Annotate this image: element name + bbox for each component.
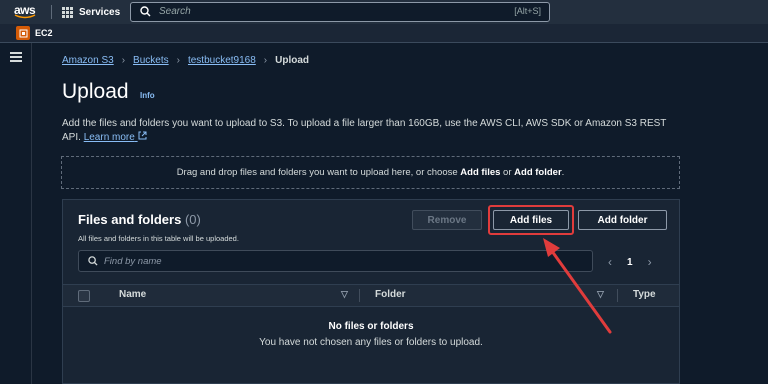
add-folder-button[interactable]: Add folder bbox=[578, 210, 667, 230]
empty-state-subtitle: You have not chosen any files or folders… bbox=[259, 337, 483, 348]
chevron-right-icon: › bbox=[176, 55, 180, 66]
search-placeholder: Search bbox=[159, 6, 191, 17]
menu-icon[interactable] bbox=[10, 52, 22, 62]
column-header-folder[interactable]: Folder bbox=[375, 289, 406, 300]
file-count: (0) bbox=[184, 212, 201, 227]
find-by-name-input[interactable]: Find by name bbox=[78, 250, 593, 272]
next-page-icon[interactable]: › bbox=[648, 255, 652, 269]
dropzone-add-files: Add files bbox=[460, 167, 501, 178]
learn-more-link[interactable]: Learn more bbox=[84, 131, 147, 143]
search-shortcut: [Alt+S] bbox=[514, 6, 541, 16]
previous-page-icon[interactable]: ‹ bbox=[608, 255, 612, 269]
external-link-icon bbox=[138, 131, 147, 140]
breadcrumb-buckets[interactable]: Buckets bbox=[133, 55, 169, 66]
remove-button[interactable]: Remove bbox=[412, 210, 482, 230]
find-placeholder: Find by name bbox=[104, 256, 162, 267]
services-label: Services bbox=[79, 6, 121, 18]
dropzone-or: or bbox=[500, 167, 515, 178]
side-navigation-rail bbox=[0, 43, 32, 384]
dropzone-end: . bbox=[561, 167, 565, 178]
drop-zone[interactable]: Drag and drop files and folders you want… bbox=[61, 156, 680, 189]
breadcrumb-amazon-s3[interactable]: Amazon S3 bbox=[62, 55, 114, 66]
panel-title: Files and folders (0) bbox=[78, 212, 201, 227]
aws-logo[interactable]: aws bbox=[12, 3, 42, 21]
files-and-folders-panel: Files and folders (0) All files and fold… bbox=[62, 199, 680, 384]
page-title: Upload bbox=[62, 80, 129, 103]
grid-icon bbox=[62, 6, 73, 18]
services-menu-button[interactable]: Services bbox=[62, 4, 120, 20]
breadcrumb-bucket[interactable]: testbucket9168 bbox=[188, 55, 256, 66]
aws-smile-icon bbox=[14, 14, 36, 19]
page-number[interactable]: 1 bbox=[627, 257, 633, 268]
page-description: Add the files and folders you want to up… bbox=[62, 117, 682, 145]
search-icon bbox=[140, 6, 151, 17]
pagination: ‹ 1 › bbox=[608, 255, 652, 269]
dropzone-add-folder: Add folder bbox=[514, 167, 562, 178]
sort-down-icon[interactable]: ▽ bbox=[597, 289, 604, 300]
ec2-label: EC2 bbox=[35, 28, 53, 38]
favorite-ec2[interactable]: EC2 bbox=[16, 26, 53, 40]
dropzone-text: Drag and drop files and folders you want… bbox=[176, 167, 458, 178]
search-icon bbox=[88, 256, 98, 266]
annotation-highlight-box bbox=[488, 205, 574, 235]
favorites-bar: EC2 bbox=[0, 24, 768, 43]
top-navigation-bar: aws Services Search [Alt+S] bbox=[0, 0, 768, 25]
empty-state-title: No files or folders bbox=[328, 321, 414, 332]
chevron-right-icon: › bbox=[263, 55, 268, 66]
ec2-icon bbox=[16, 26, 30, 40]
table-header: Name ▽ Folder ▽ Type bbox=[63, 284, 679, 307]
panel-subtitle: All files and folders in this table will… bbox=[78, 234, 239, 243]
sort-down-icon[interactable]: ▽ bbox=[341, 289, 348, 300]
select-all-checkbox[interactable] bbox=[78, 290, 90, 302]
panel-title-text: Files and folders bbox=[78, 212, 182, 227]
divider bbox=[51, 5, 52, 19]
breadcrumb: Amazon S3 › Buckets › testbucket9168 › U… bbox=[62, 55, 309, 66]
info-link[interactable]: Info bbox=[140, 91, 155, 100]
column-divider bbox=[617, 289, 618, 302]
column-header-name[interactable]: Name bbox=[119, 289, 146, 300]
breadcrumb-current: Upload bbox=[275, 55, 310, 66]
description-text: Add the files and folders you want to up… bbox=[62, 118, 667, 143]
column-header-type[interactable]: Type bbox=[633, 289, 656, 300]
global-search-input[interactable]: Search [Alt+S] bbox=[130, 2, 550, 22]
column-divider bbox=[359, 289, 360, 302]
chevron-right-icon: › bbox=[121, 55, 126, 66]
